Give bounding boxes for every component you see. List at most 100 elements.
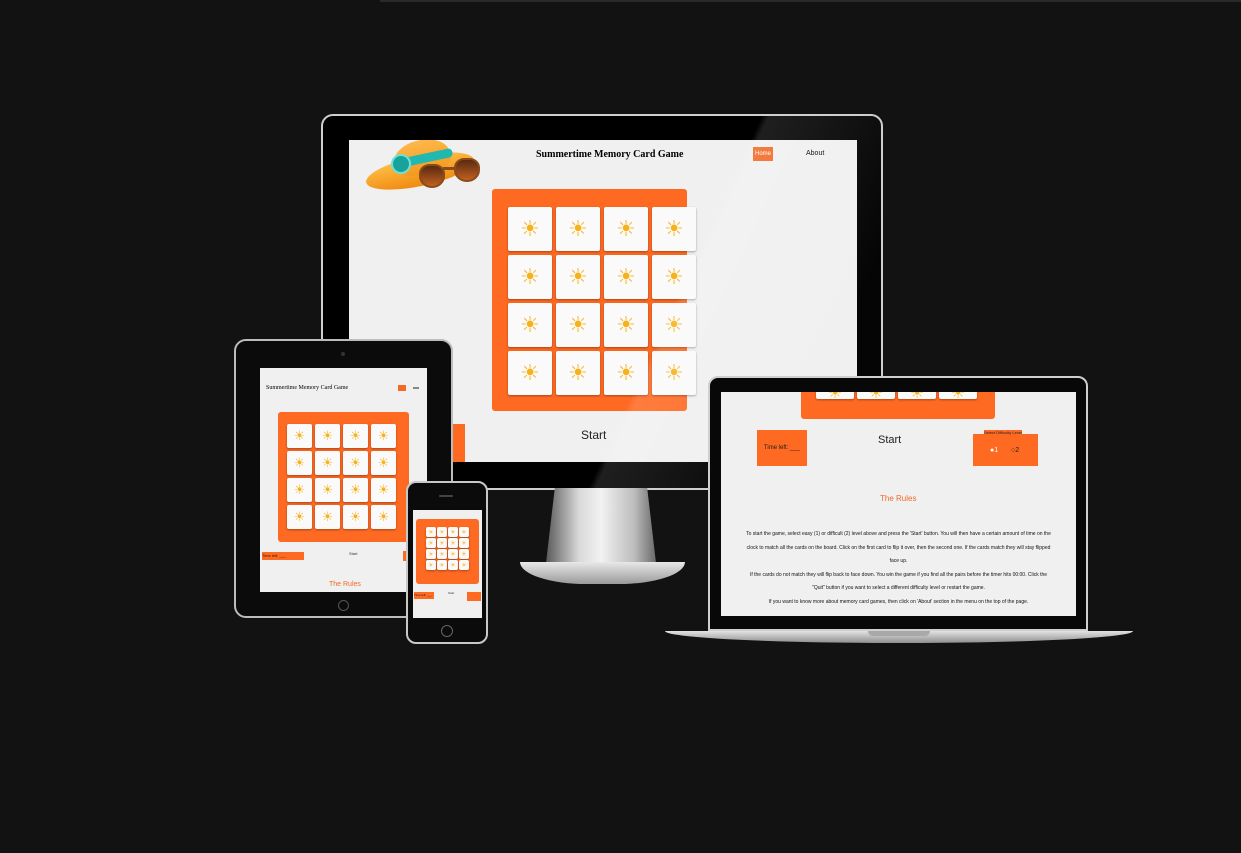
memory-card[interactable]: ☀ — [371, 478, 396, 502]
memory-card[interactable]: ☀ — [437, 549, 447, 559]
memory-card[interactable]: ☀ — [508, 207, 552, 251]
page-title: Summertime Memory Card Game — [266, 385, 349, 391]
memory-card[interactable]: ☀ — [343, 478, 368, 502]
sun-icon: ☀ — [616, 264, 636, 289]
start-button[interactable]: Start — [448, 591, 454, 595]
memory-card[interactable]: ☀ — [816, 392, 854, 402]
memory-card[interactable]: ☀ — [426, 538, 436, 548]
memory-card[interactable]: ☀ — [508, 351, 552, 395]
difficulty-panel — [467, 592, 481, 601]
level-1-label: 1 — [994, 447, 999, 454]
monitor-stand-base — [520, 562, 685, 584]
memory-card[interactable]: ☀ — [459, 527, 469, 537]
sun-icon: ☀ — [377, 428, 390, 443]
memory-card[interactable]: ☀ — [556, 255, 600, 299]
sun-icon: ☀ — [450, 551, 456, 558]
sun-icon: ☀ — [568, 264, 588, 289]
memory-card[interactable]: ☀ — [508, 255, 552, 299]
memory-card[interactable]: ☀ — [448, 527, 458, 537]
memory-card[interactable]: ☀ — [604, 255, 648, 299]
level-1-radio[interactable]: ●1 — [990, 447, 998, 454]
level-2-label: 2 — [1015, 447, 1020, 454]
nav-home-link[interactable] — [398, 385, 406, 391]
memory-card[interactable]: ☀ — [426, 560, 436, 570]
nav-about-link[interactable] — [413, 387, 419, 389]
level-2-radio[interactable]: ○2 — [1011, 447, 1019, 454]
sun-icon: ☀ — [349, 482, 362, 497]
memory-card[interactable]: ☀ — [652, 351, 696, 395]
rules-line: clock to match all the cards on the boar… — [746, 544, 1051, 551]
memory-card[interactable]: ☀ — [287, 424, 312, 448]
sun-icon: ☀ — [428, 562, 434, 569]
memory-card[interactable]: ☀ — [426, 527, 436, 537]
nav-about-link[interactable]: About — [806, 150, 824, 157]
sun-icon: ☀ — [568, 312, 588, 337]
memory-card[interactable]: ☀ — [459, 560, 469, 570]
memory-card[interactable]: ☀ — [426, 549, 436, 559]
memory-card[interactable]: ☀ — [857, 392, 895, 402]
memory-card[interactable]: ☀ — [508, 303, 552, 347]
page-title: Summertime Memory Card Game — [536, 149, 684, 160]
memory-card[interactable]: ☀ — [343, 424, 368, 448]
start-button[interactable]: Start — [878, 434, 901, 446]
sun-icon: ☀ — [321, 482, 334, 497]
monitor-stand-neck — [546, 488, 656, 563]
sun-icon: ☀ — [520, 216, 540, 241]
sun-icon: ☀ — [377, 509, 390, 524]
sun-icon: ☀ — [377, 482, 390, 497]
memory-card[interactable]: ☀ — [604, 351, 648, 395]
memory-card[interactable]: ☀ — [652, 207, 696, 251]
memory-card[interactable]: ☀ — [315, 505, 340, 529]
memory-card[interactable]: ☀ — [343, 451, 368, 475]
memory-card[interactable]: ☀ — [448, 560, 458, 570]
sun-icon: ☀ — [321, 455, 334, 470]
sun-icon: ☀ — [439, 562, 445, 569]
memory-card[interactable]: ☀ — [315, 451, 340, 475]
rules-text: To start the game, select easy (1) or di… — [723, 528, 1074, 609]
sun-icon: ☀ — [439, 551, 445, 558]
memory-card[interactable]: ☀ — [437, 538, 447, 548]
memory-card[interactable]: ☀ — [556, 351, 600, 395]
memory-card[interactable]: ☀ — [652, 303, 696, 347]
memory-card[interactable]: ☀ — [287, 505, 312, 529]
phone-screen: ☀ ☀ ☀ ☀ ☀ ☀ ☀ ☀ ☀ ☀ ☀ ☀ ☀ ☀ ☀ ☀ Time left: ___ Start — [413, 510, 482, 618]
sun-icon: ☀ — [428, 529, 434, 536]
game-board: ☀ ☀ ☀ ☀ ☀ ☀ ☀ ☀ ☀ ☀ ☀ ☀ ☀ ☀ ☀ ☀ — [416, 519, 479, 584]
rules-heading: The Rules — [329, 581, 361, 588]
memory-card[interactable]: ☀ — [556, 303, 600, 347]
memory-card[interactable]: ☀ — [371, 424, 396, 448]
sun-icon: ☀ — [439, 540, 445, 547]
tablet-home-button — [338, 600, 349, 611]
memory-card[interactable]: ☀ — [343, 505, 368, 529]
start-button[interactable]: Start — [349, 551, 357, 556]
memory-card[interactable]: ☀ — [371, 505, 396, 529]
memory-card[interactable]: ☀ — [459, 538, 469, 548]
sun-icon: ☀ — [950, 392, 966, 402]
time-left-panel: Time left: ___ — [414, 592, 434, 599]
memory-card[interactable]: ☀ — [448, 538, 458, 548]
difficulty-panel — [973, 434, 1038, 466]
memory-card[interactable]: ☀ — [898, 392, 936, 402]
memory-card[interactable]: ☀ — [287, 451, 312, 475]
memory-card[interactable]: ☀ — [287, 478, 312, 502]
memory-card[interactable]: ☀ — [315, 478, 340, 502]
sun-icon: ☀ — [377, 455, 390, 470]
sun-icon: ☀ — [520, 264, 540, 289]
start-button[interactable]: Start — [581, 428, 606, 442]
sun-icon: ☀ — [450, 529, 456, 536]
memory-card[interactable]: ☀ — [437, 560, 447, 570]
memory-card[interactable]: ☀ — [556, 207, 600, 251]
memory-card[interactable]: ☀ — [437, 527, 447, 537]
sun-icon: ☀ — [568, 216, 588, 241]
memory-card[interactable]: ☀ — [448, 549, 458, 559]
memory-card[interactable]: ☀ — [459, 549, 469, 559]
nav-home-link[interactable]: Home — [753, 147, 773, 161]
sunglasses-right-lens — [454, 158, 480, 182]
memory-card[interactable]: ☀ — [939, 392, 977, 402]
memory-card[interactable]: ☀ — [604, 207, 648, 251]
memory-card[interactable]: ☀ — [371, 451, 396, 475]
game-board: ☀ ☀ ☀ ☀ ☀ ☀ ☀ ☀ ☀ ☀ ☀ ☀ ☀ ☀ ☀ ☀ — [492, 189, 696, 411]
memory-card[interactable]: ☀ — [604, 303, 648, 347]
memory-card[interactable]: ☀ — [652, 255, 696, 299]
memory-card[interactable]: ☀ — [315, 424, 340, 448]
